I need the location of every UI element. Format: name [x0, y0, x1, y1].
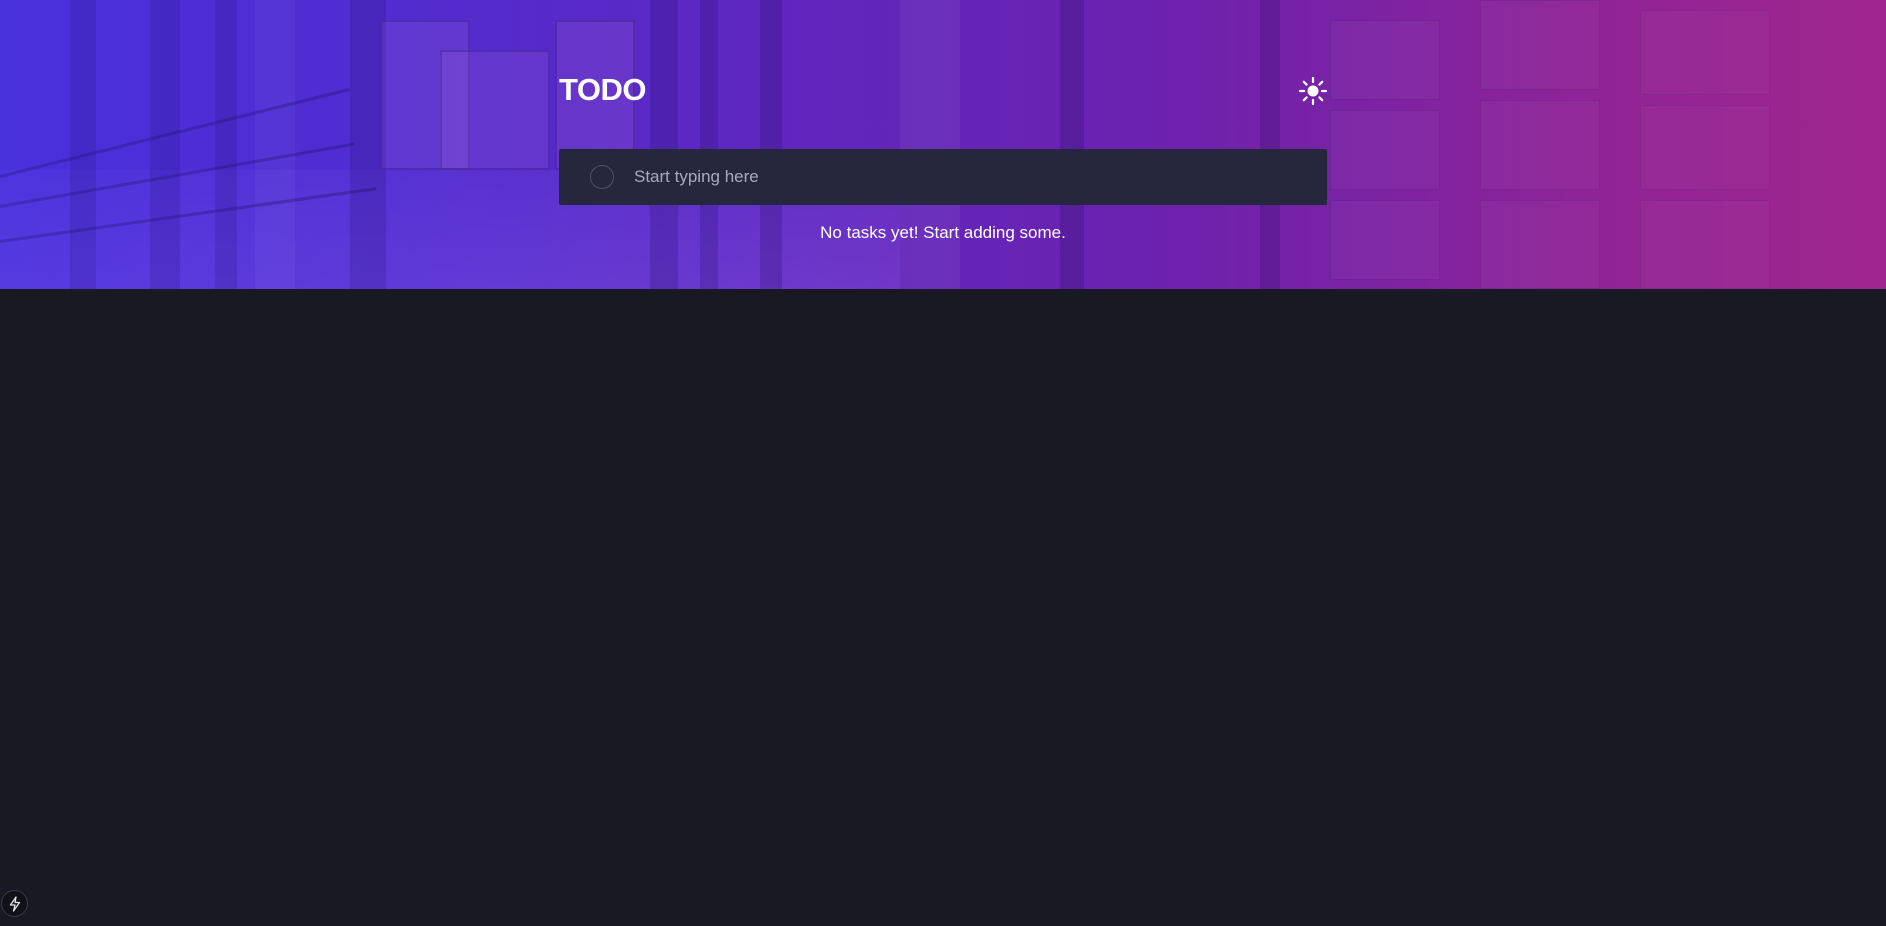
empty-state-message: No tasks yet! Start adding some.	[820, 223, 1066, 242]
theme-toggle-button[interactable]	[1298, 76, 1328, 106]
new-todo-form	[559, 149, 1327, 205]
header-background	[0, 0, 1886, 289]
app-title: TODO	[559, 72, 647, 107]
sun-icon	[1298, 76, 1328, 106]
new-todo-checkbox[interactable]	[590, 165, 614, 189]
dev-tools-button[interactable]	[1, 890, 28, 917]
new-todo-input[interactable]	[634, 157, 1327, 197]
lightning-icon	[9, 895, 20, 912]
